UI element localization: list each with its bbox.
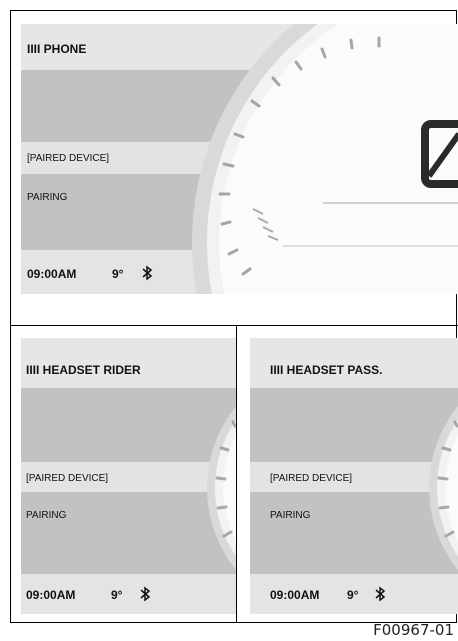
bluetooth-icon [375,586,386,602]
paired-device-label: [PAIRED DEVICE] [26,473,109,484]
paired-device-label: [PAIRED DEVICE] [270,473,353,484]
divider-horizontal [10,325,458,326]
headset-rider-panel: IIII HEADSET RIDER [PAIRED DEVICE] PAIRI… [21,338,236,614]
temperature: 9° [111,588,123,602]
phone-title: IIII PHONE [27,42,87,56]
pairing-label: PAIRING [26,510,67,521]
clock: 09:00AM [27,267,77,281]
clock: 09:00AM [270,588,320,602]
divider-vertical [236,325,237,623]
bluetooth-icon [140,586,151,602]
pairing-label: PAIRING [27,192,68,203]
paired-device-label: [PAIRED DEVICE] [27,153,110,164]
bluetooth-icon [142,265,153,281]
clock: 09:00AM [26,588,76,602]
figure-code: F00967-01 [373,621,454,639]
headset-pass-panel: IIII HEADSET PASS. [PAIRED DEVICE] PAIRI… [250,338,458,614]
pairing-label: PAIRING [270,510,311,521]
temperature: 9° [112,267,124,281]
phone-panel: IIII PHONE [PAIRED DEVICE] PAIRING 09:00… [21,24,458,294]
headset-pass-title: IIII HEADSET PASS. [270,363,383,377]
headset-rider-title: IIII HEADSET RIDER [26,363,141,377]
temperature: 9° [347,588,359,602]
